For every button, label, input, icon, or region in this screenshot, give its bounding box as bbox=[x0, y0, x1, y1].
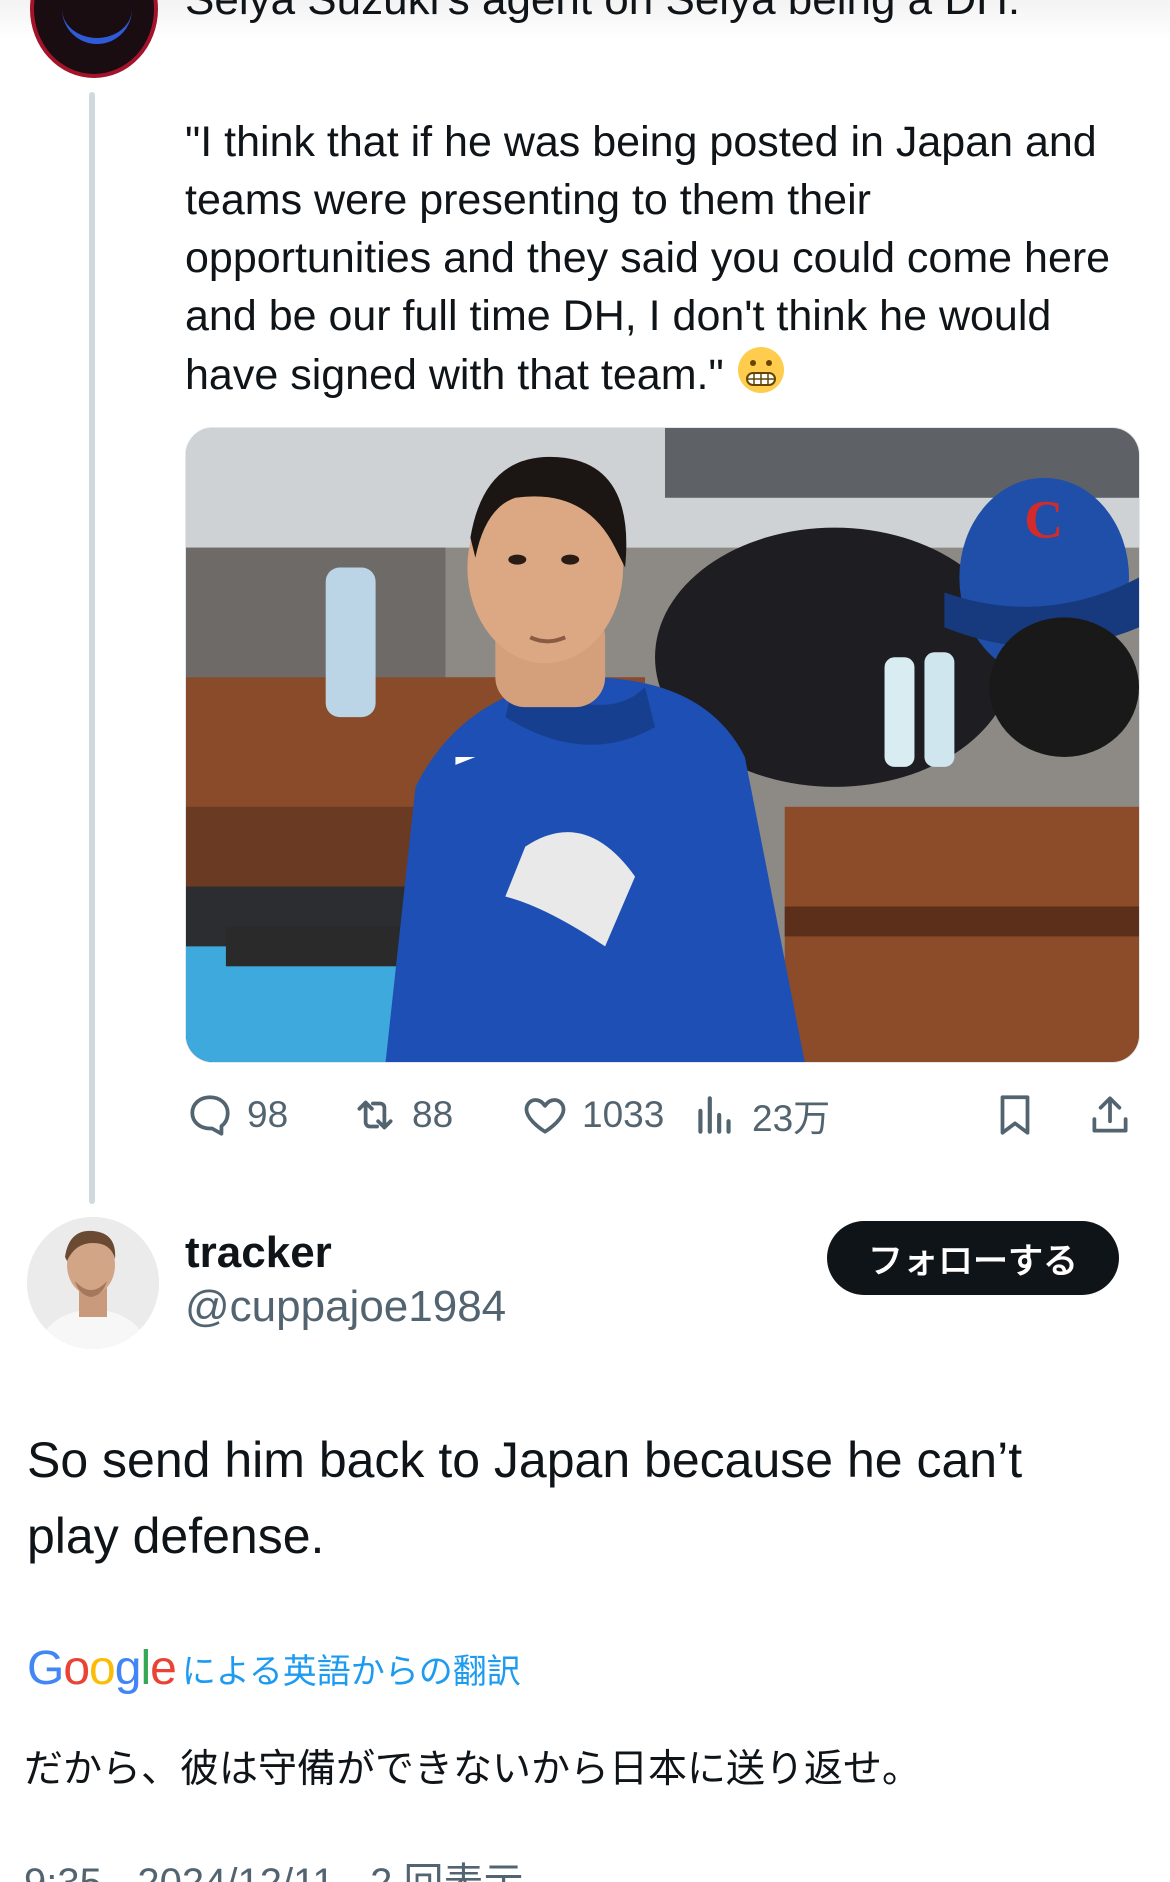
tweet-photo[interactable]: C bbox=[185, 427, 1140, 1063]
analytics-icon bbox=[698, 1096, 731, 1134]
like-count: 1033 bbox=[582, 1094, 665, 1135]
author-avatar[interactable] bbox=[30, 0, 158, 78]
avatar-logo-mark bbox=[62, 4, 132, 44]
google-logo: Google bbox=[27, 1641, 177, 1695]
reply-display-name[interactable]: tracker bbox=[185, 1228, 332, 1278]
reply-button[interactable]: 98 bbox=[185, 1085, 288, 1145]
grimacing-face-icon bbox=[737, 347, 784, 393]
tweet-action-bar: 98 88 1033 23万 bbox=[185, 1085, 1140, 1145]
follow-button[interactable]: フォローする bbox=[827, 1221, 1119, 1295]
views-button[interactable]: 23万 bbox=[690, 1085, 830, 1145]
photo-image: C bbox=[186, 428, 1139, 1062]
like-button[interactable]: 1033 bbox=[520, 1085, 664, 1145]
reply-timestamp-cut: 9:35 · 2024/12/11 · 2 回表示 bbox=[24, 1858, 524, 1882]
share-icon bbox=[1092, 1096, 1128, 1133]
tweet-body: "I think that if he was being posted in … bbox=[185, 113, 1120, 404]
repost-icon bbox=[357, 1100, 393, 1130]
avatar-photo bbox=[27, 1217, 159, 1349]
translation-attribution[interactable]: Google による英語からの翻訳 bbox=[27, 1638, 521, 1698]
views-count: 23万 bbox=[752, 1098, 831, 1139]
repost-count: 88 bbox=[412, 1094, 454, 1135]
repost-button[interactable]: 88 bbox=[350, 1085, 453, 1145]
share-button[interactable] bbox=[1085, 1085, 1135, 1145]
tweet-text: "I think that if he was being posted in … bbox=[185, 118, 1111, 399]
heart-icon bbox=[524, 1098, 566, 1134]
bookmark-button[interactable] bbox=[990, 1085, 1040, 1145]
translated-text: だから、彼は守備ができないから日本に送り返せ。 bbox=[24, 1747, 922, 1792]
reply-handle[interactable]: @cuppajoe1984 bbox=[185, 1282, 506, 1332]
thread-connector-line bbox=[89, 92, 95, 1204]
bookmark-icon bbox=[1000, 1095, 1030, 1135]
translation-label[interactable]: による英語からの翻訳 bbox=[182, 1644, 521, 1693]
tweet-heading-cut: Seiya Suzuki's agent on Seiya being a DH… bbox=[185, 0, 1085, 44]
reply-icon bbox=[190, 1095, 230, 1136]
svg-text:C: C bbox=[1024, 490, 1063, 550]
reply-text: So send him back to Japan because he can… bbox=[27, 1432, 1023, 1564]
reply-author-avatar[interactable] bbox=[27, 1217, 159, 1349]
reply-count: 98 bbox=[247, 1094, 289, 1135]
